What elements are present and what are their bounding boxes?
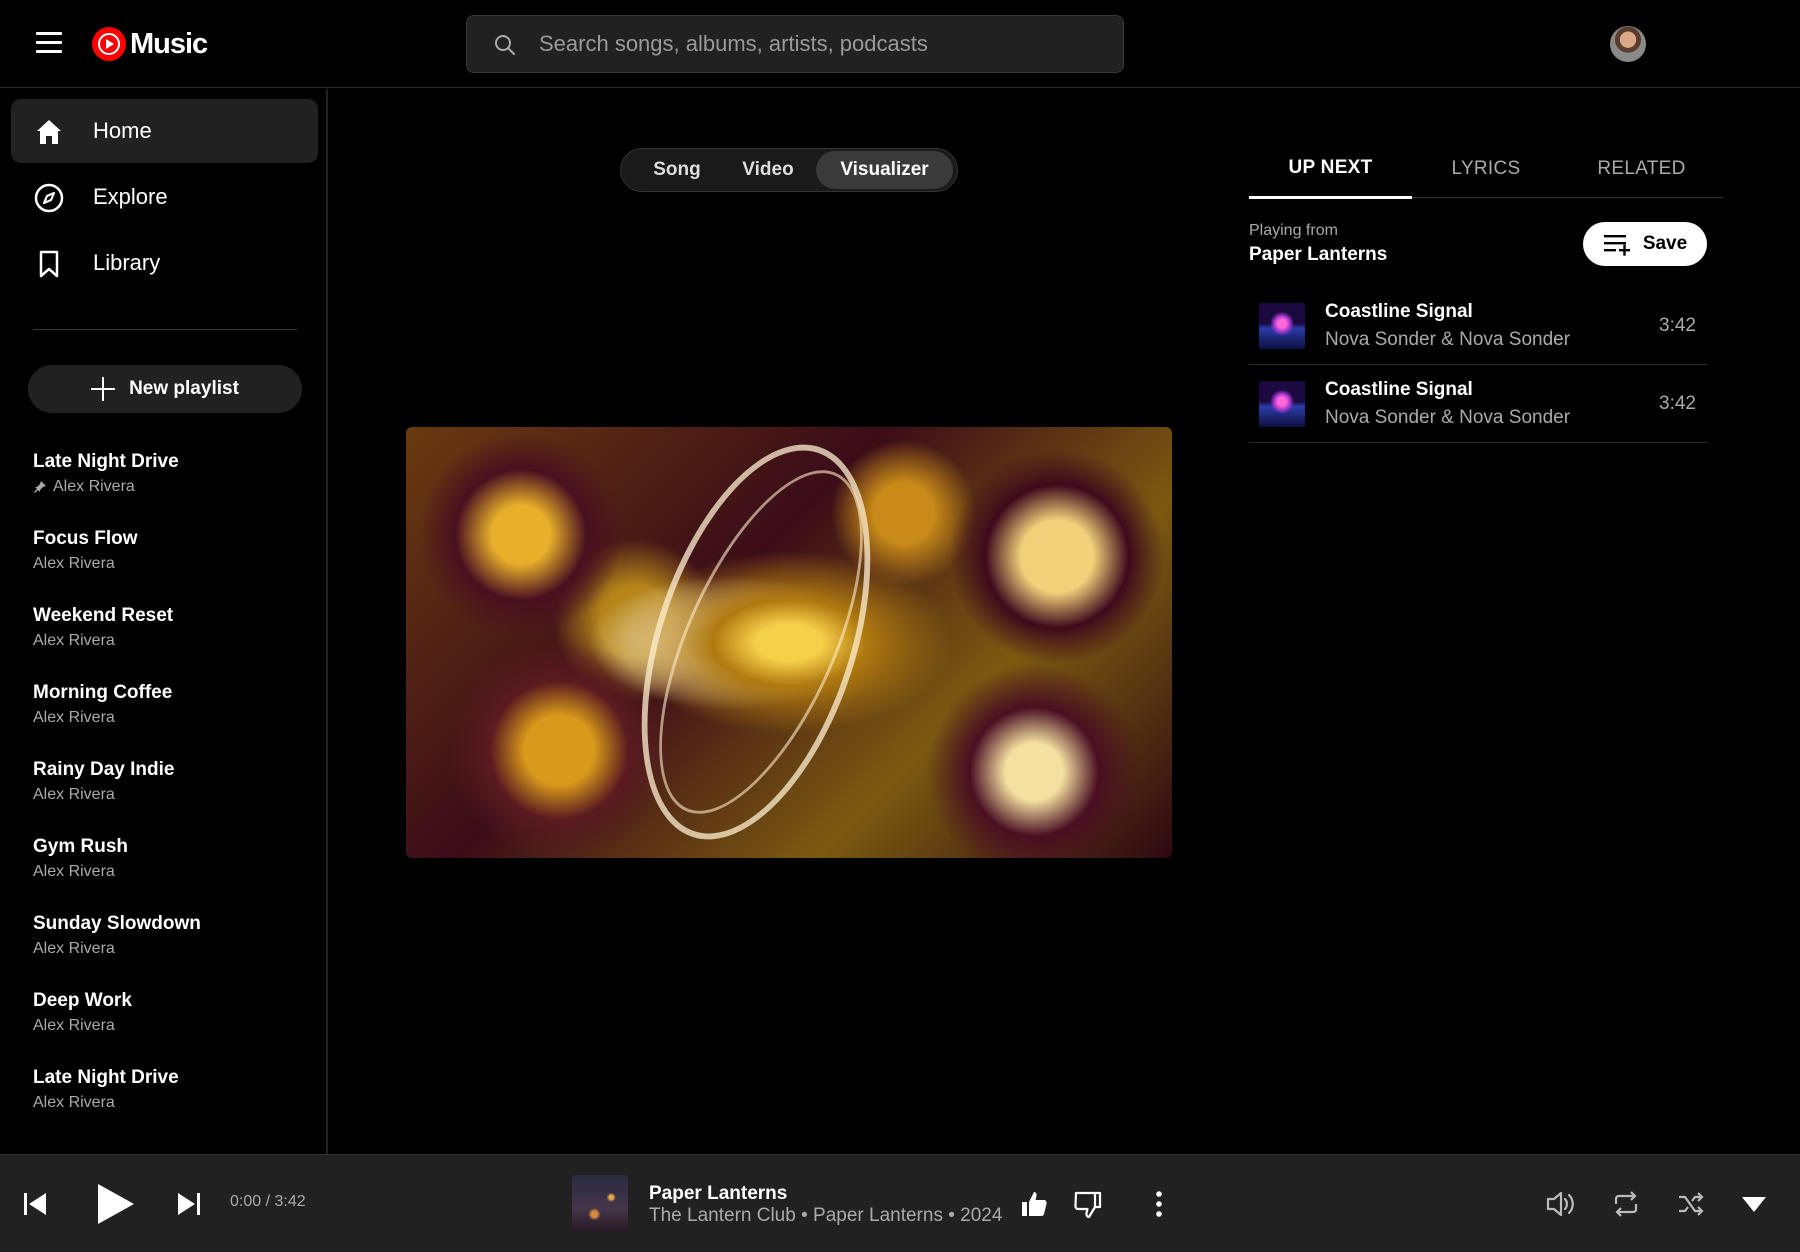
playlist-owner: Alex Rivera (53, 478, 135, 495)
queue-item[interactable]: Coastline Signal Nova Sonder & Nova Sond… (1249, 287, 1708, 365)
view-toggle: Song Video Visualizer (620, 148, 958, 192)
playlist-item[interactable]: Late Night Drive Alex Rivera (33, 1067, 313, 1133)
playlist-name: Deep Work (33, 990, 132, 1011)
next-icon[interactable] (176, 1191, 202, 1217)
previous-icon[interactable] (22, 1191, 48, 1217)
playlist-name: Focus Flow (33, 528, 138, 549)
sidebar-item-library[interactable]: Library (11, 231, 318, 295)
playlist-item[interactable]: Sunday Slowdown Alex Rivera (33, 913, 313, 979)
sidebar-divider (33, 329, 297, 330)
toggle-song[interactable]: Song (631, 151, 723, 189)
playlist-name: Weekend Reset (33, 605, 174, 626)
playlist-add-icon (1603, 235, 1630, 256)
queue-duration: 3:42 (1659, 315, 1696, 336)
sidebar-item-label: Explore (93, 184, 168, 209)
app-logo[interactable]: Music (92, 27, 208, 61)
visualizer-canvas[interactable] (406, 427, 1172, 858)
playlist-owner: Alex Rivera (33, 863, 115, 880)
playlist-item[interactable]: Focus Flow Alex Rivera (33, 528, 313, 594)
playlist-owner: Alex Rivera (33, 555, 115, 572)
playlist-name: Rainy Day Indie (33, 759, 175, 780)
playlist-name: Late Night Drive (33, 451, 179, 472)
sidebar-item-explore[interactable]: Explore (11, 165, 318, 229)
playlist-owner: Alex Rivera (33, 786, 115, 803)
play-icon[interactable] (94, 1182, 136, 1226)
top-bar: Music (0, 0, 1800, 88)
tab-lyrics[interactable]: LYRICS (1412, 140, 1560, 198)
queue-title: Coastline Signal (1325, 301, 1473, 322)
playlist-name: Late Night Drive (33, 1067, 179, 1088)
playlist-owner: Alex Rivera (33, 709, 115, 726)
player-bar: 0:00 / 3:42 Paper Lanterns The Lantern C… (0, 1154, 1800, 1252)
queue-thumbnail (1259, 381, 1305, 427)
pin-icon (34, 481, 46, 493)
playing-from-name[interactable]: Paper Lanterns (1249, 244, 1387, 266)
logo-text: Music (130, 27, 208, 60)
tab-up-next[interactable]: UP NEXT (1249, 140, 1412, 199)
queue-title: Coastline Signal (1325, 379, 1473, 400)
playlist-owner: Alex Rivera (33, 1017, 115, 1034)
playlist-owner: Alex Rivera (33, 940, 115, 957)
shuffle-icon[interactable] (1676, 1189, 1706, 1219)
avatar[interactable] (1610, 26, 1646, 62)
search-input[interactable] (539, 16, 1099, 72)
playing-from-label: Playing from (1249, 222, 1338, 239)
playlist-item[interactable]: Gym Rush Alex Rivera (33, 836, 313, 902)
sidebar-item-home[interactable]: Home (11, 99, 318, 163)
toggle-visualizer[interactable]: Visualizer (816, 151, 953, 189)
queue-artist[interactable]: Nova Sonder & Nova Sonder (1325, 407, 1570, 429)
sidebar-item-label: Home (93, 118, 152, 143)
more-options-icon[interactable] (1154, 1189, 1164, 1219)
playlist-name: Gym Rush (33, 836, 129, 857)
time-readout: 0:00 / 3:42 (230, 1193, 306, 1210)
playlist-name: Sunday Slowdown (33, 913, 201, 934)
now-playing-title[interactable]: Paper Lanterns (649, 1183, 787, 1205)
search-bar[interactable] (466, 15, 1124, 73)
panel-tabs: UP NEXT LYRICS RELATED (1249, 140, 1723, 199)
compass-icon (34, 183, 64, 213)
new-playlist-label: New playlist (129, 378, 239, 399)
logo-play-icon (92, 27, 126, 61)
queue-item[interactable]: Coastline Signal Nova Sonder & Nova Sond… (1249, 365, 1708, 443)
sidebar: Home Explore Library New playlist Late N… (0, 89, 328, 1154)
save-label: Save (1642, 233, 1688, 254)
search-icon (495, 35, 515, 55)
new-playlist-button[interactable]: New playlist (28, 365, 302, 413)
playlist-item[interactable]: Weekend Reset Alex Rivera (33, 605, 313, 671)
menu-icon[interactable] (36, 32, 62, 54)
playlist-item[interactable]: Late Night Drive Alex Rivera (33, 451, 313, 517)
now-playing-subtitle[interactable]: The Lantern Club • Paper Lanterns • 2024 (649, 1205, 1002, 1227)
thumbs-down-icon[interactable] (1073, 1190, 1103, 1220)
collapse-player-icon[interactable] (1740, 1193, 1768, 1215)
playlist-item[interactable]: Deep Work Alex Rivera (33, 990, 313, 1056)
plus-icon (91, 377, 116, 401)
bookmark-icon (39, 250, 59, 278)
volume-icon[interactable] (1545, 1189, 1577, 1219)
playlist-name: Morning Coffee (33, 682, 173, 703)
queue-artist[interactable]: Nova Sonder & Nova Sonder (1325, 329, 1570, 351)
toggle-video[interactable]: Video (725, 151, 811, 189)
tab-related[interactable]: RELATED (1560, 140, 1723, 198)
playlist-owner-row: Alex Rivera (33, 478, 313, 496)
playlist-item[interactable]: Rainy Day Indie Alex Rivera (33, 759, 313, 825)
save-queue-button[interactable]: Save (1583, 222, 1707, 266)
playlist-item[interactable]: Morning Coffee Alex Rivera (33, 682, 313, 748)
repeat-icon[interactable] (1611, 1189, 1641, 1219)
sidebar-item-label: Library (93, 250, 161, 275)
playlist-owner: Alex Rivera (33, 1094, 115, 1111)
thumbs-up-icon[interactable] (1019, 1189, 1049, 1219)
playlist-owner: Alex Rivera (33, 632, 115, 649)
queue-thumbnail (1259, 303, 1305, 349)
home-icon (37, 120, 61, 144)
queue-duration: 3:42 (1659, 393, 1696, 414)
now-playing-artwork[interactable] (572, 1175, 628, 1231)
